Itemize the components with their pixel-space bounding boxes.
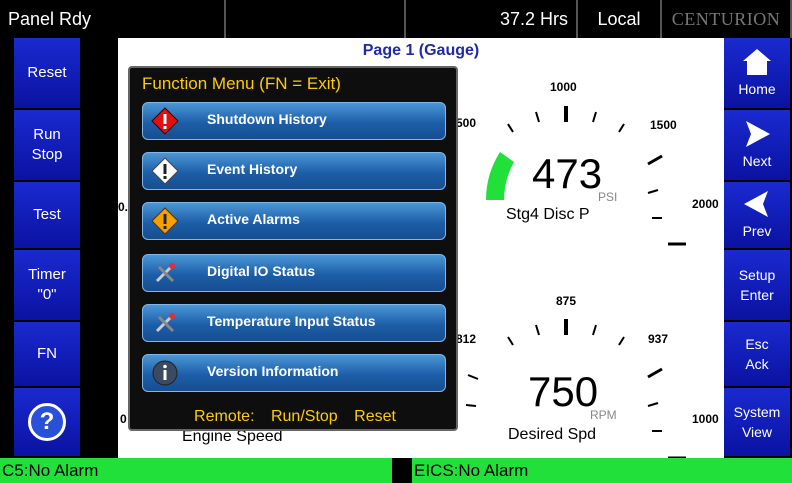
tools-icon xyxy=(155,263,175,283)
left-gauge-scale-upper: 0.0 xyxy=(88,200,105,214)
home-label: Home xyxy=(738,81,776,97)
esc-label-2: Ack xyxy=(745,356,769,372)
panel-status: Panel Rdy xyxy=(0,0,226,38)
active-alarms-button[interactable]: Active Alarms xyxy=(142,202,446,240)
reset-button-label: Reset xyxy=(27,64,67,81)
desired-label: Desired Spd xyxy=(508,426,597,443)
stg4-label: Stg4 Disc P xyxy=(506,206,590,223)
desired-tick-right-upper: 937 xyxy=(648,332,669,346)
temperature-input-status-label: Temperature Input Status xyxy=(207,313,376,329)
setup-enter-button[interactable]: Setup Enter xyxy=(724,250,790,322)
event-history-label: Event History xyxy=(207,161,298,177)
digital-io-status-label: Digital IO Status xyxy=(207,263,316,279)
run-stop-button[interactable]: Run Stop xyxy=(14,110,80,182)
help-button[interactable]: ? xyxy=(14,388,80,458)
event-history-button[interactable]: Event History xyxy=(142,152,446,190)
system-label-1: System xyxy=(733,404,781,420)
remote-run-stop-link[interactable]: Run/Stop xyxy=(271,408,338,425)
stg4-gauge-arc xyxy=(486,152,514,200)
prev-label: Prev xyxy=(742,223,772,239)
fn-button[interactable]: FN xyxy=(14,322,80,388)
left-gauge-scale-lower: 0 xyxy=(120,412,127,426)
version-information-label: Version Information xyxy=(207,363,339,379)
event-warning-icon xyxy=(151,157,179,185)
fn-button-label: FN xyxy=(37,345,57,362)
digital-io-status-button[interactable]: Digital IO Status xyxy=(142,254,446,292)
system-label-2: View xyxy=(741,424,773,440)
next-button[interactable]: Next xyxy=(724,110,790,182)
stg4-unit: PSI xyxy=(598,190,618,204)
shutdown-history-label: Shutdown History xyxy=(207,111,327,127)
stg4-tick-left: 500 xyxy=(456,116,477,130)
function-menu-footer: Remote: Run/Stop Reset xyxy=(130,408,460,426)
next-label: Next xyxy=(742,153,772,169)
remote-reset-link[interactable]: Reset xyxy=(354,408,396,425)
test-button[interactable]: Test xyxy=(14,182,80,250)
setup-label-1: Setup xyxy=(738,267,776,283)
run-stop-label-2: Stop xyxy=(31,146,63,163)
setup-label-2: Enter xyxy=(740,287,774,303)
control-mode: Local xyxy=(578,0,662,38)
engine-hours: 37.2 Hrs xyxy=(406,0,578,38)
temperature-input-status-button[interactable]: Temperature Input Status xyxy=(142,304,446,342)
reset-button[interactable]: Reset xyxy=(14,38,80,110)
page-title: Page 1 (Gauge) xyxy=(362,42,480,59)
function-menu: Function Menu (FN = Exit) Shutdown Histo… xyxy=(128,66,458,431)
active-alarms-label: Active Alarms xyxy=(207,211,300,227)
timer-button[interactable]: Timer "0" xyxy=(14,250,80,322)
version-information-button[interactable]: Version Information xyxy=(142,354,446,392)
c5-alarm-status: C5:No Alarm xyxy=(0,458,392,483)
function-menu-title: Function Menu (FN = Exit) xyxy=(142,74,341,93)
info-icon xyxy=(152,360,178,386)
stg4-tick-right-upper: 1500 xyxy=(650,118,677,132)
desired-tick-top: 875 xyxy=(556,294,577,308)
test-button-label: Test xyxy=(33,206,61,223)
eics-alarm-status: EICS:No Alarm xyxy=(412,458,792,483)
desired-value: 750 xyxy=(528,368,599,415)
stg4-value: 473 xyxy=(532,150,603,197)
stg4-tick-top: 1000 xyxy=(550,80,577,94)
timer-label-2: "0" xyxy=(37,286,57,303)
prev-button[interactable]: Prev xyxy=(724,182,790,250)
status-bar: Panel Rdy 37.2 Hrs Local CENTURION xyxy=(0,0,792,38)
desired-tick-right: 1000 xyxy=(692,412,719,426)
alarm-warning-icon xyxy=(151,207,179,235)
desired-unit: RPM xyxy=(590,408,617,422)
esc-label-1: Esc xyxy=(745,336,769,352)
remote-label: Remote: xyxy=(194,408,255,425)
shutdown-warning-icon xyxy=(151,107,179,135)
arrow-right-icon xyxy=(746,121,770,147)
run-stop-label-1: Run xyxy=(33,126,61,143)
esc-ack-button[interactable]: Esc Ack xyxy=(724,322,790,388)
timer-label-1: Timer xyxy=(28,266,66,283)
alarm-bar: C5:No Alarm EICS:No Alarm xyxy=(0,458,792,483)
home-button[interactable]: Home xyxy=(724,38,790,110)
shutdown-history-button[interactable]: Shutdown History xyxy=(142,102,446,140)
home-icon xyxy=(743,49,771,75)
help-icon: ? xyxy=(28,403,66,441)
stg4-tick-right: 2000 xyxy=(692,197,719,211)
desired-tick-left: 812 xyxy=(456,332,477,346)
system-view-button[interactable]: System View xyxy=(724,388,790,458)
brand-logo: CENTURION xyxy=(662,0,792,38)
status-middle xyxy=(226,0,406,38)
arrow-left-icon xyxy=(744,191,768,217)
tools-icon xyxy=(155,313,175,333)
